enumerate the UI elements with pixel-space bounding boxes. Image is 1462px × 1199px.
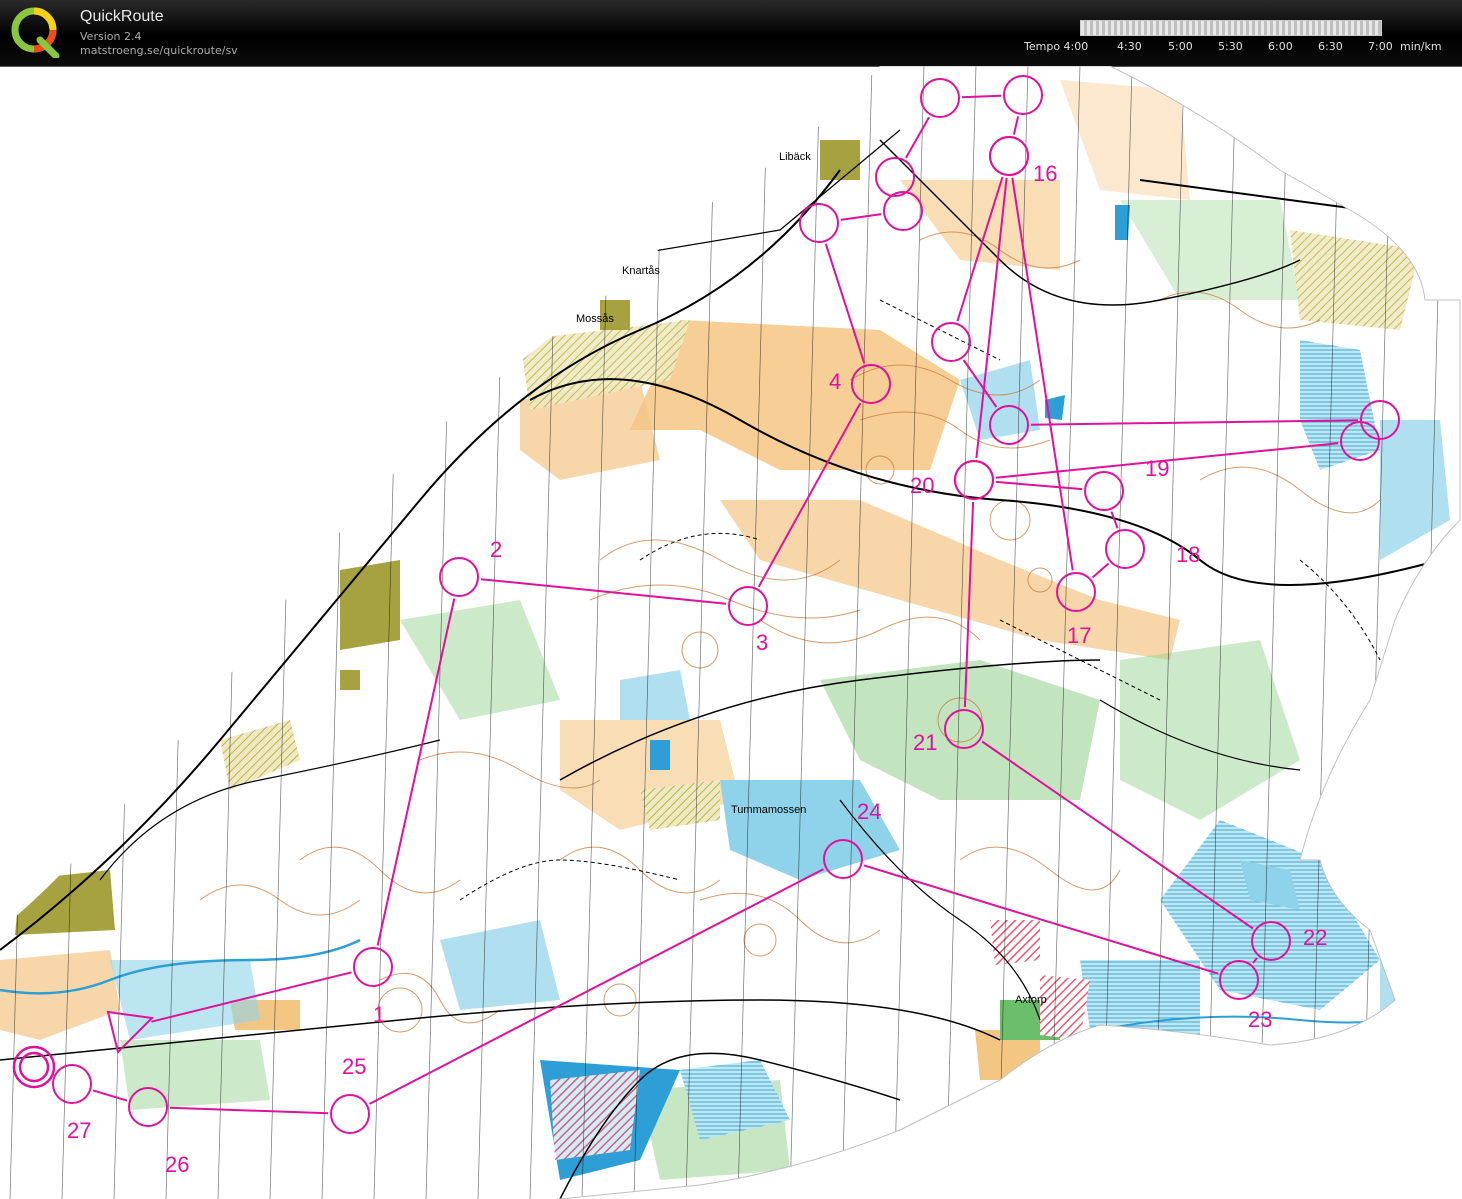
tempo-tick: 4:30 xyxy=(1117,40,1142,53)
control-number: 20 xyxy=(910,473,934,498)
tempo-tick: 5:30 xyxy=(1218,40,1243,53)
control-number: 23 xyxy=(1248,1007,1272,1032)
place-name: Mossås xyxy=(576,313,614,325)
tempo-tick: 7:00 xyxy=(1368,40,1393,53)
app-title: QuickRoute xyxy=(80,8,164,25)
tempo-tick: 5:00 xyxy=(1168,40,1193,53)
control-number: 26 xyxy=(165,1152,189,1177)
map-terrain xyxy=(0,66,1460,1199)
place-name: Libäck xyxy=(779,151,811,163)
place-name: Knartås xyxy=(622,265,660,277)
control-number: 3 xyxy=(756,630,768,655)
tempo-label: Tempo 4:00 xyxy=(1024,40,1089,53)
tempo-scale: Tempo 4:00 4:30 5:00 5:30 6:00 6:30 7:00… xyxy=(0,40,1462,58)
control-number: 27 xyxy=(67,1118,91,1143)
app-header: QuickRoute Version 2.4 matstroeng.se/qui… xyxy=(0,0,1462,67)
place-name: Tummamossen xyxy=(731,804,806,816)
course-leg xyxy=(961,94,1002,99)
tempo-color-bar xyxy=(1080,20,1382,36)
control-number: 1 xyxy=(373,1002,385,1027)
control-number: 24 xyxy=(857,799,881,824)
control-number: 4 xyxy=(829,369,841,394)
tempo-tick: 6:30 xyxy=(1318,40,1343,53)
control-number: 17 xyxy=(1067,623,1091,648)
control-number: 22 xyxy=(1303,925,1327,950)
control-number: 18 xyxy=(1176,542,1200,567)
tempo-unit: min/km xyxy=(1400,40,1442,53)
north-line xyxy=(1413,66,1445,1199)
orienteering-map[interactable]: Libäck Knartås Mossås Tummamossen Axtorp… xyxy=(0,66,1462,1199)
control-number: 16 xyxy=(1033,161,1057,186)
control-number: 2 xyxy=(490,537,502,562)
place-name: Axtorp xyxy=(1015,994,1047,1006)
control-number: 19 xyxy=(1145,456,1169,481)
control-number: 25 xyxy=(342,1054,366,1079)
control-number: 21 xyxy=(913,730,937,755)
tempo-tick: 6:00 xyxy=(1268,40,1293,53)
